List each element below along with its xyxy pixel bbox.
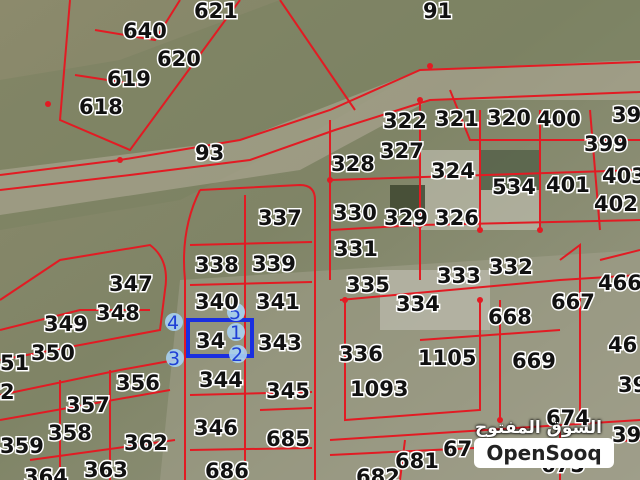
parcel-label: 328 [331, 152, 375, 176]
parcel-label: 321 [435, 107, 479, 131]
parcel-label: 340 [195, 290, 239, 314]
vertex-label-3: 3 [168, 348, 180, 370]
parcel-label: 356 [116, 371, 160, 395]
parcel-label: 362 [124, 431, 168, 455]
parcel-label: 620 [157, 47, 201, 71]
parcel-label: 681 [395, 449, 439, 473]
parcel-label: 338 [195, 253, 239, 277]
parcel-label: 669 [512, 349, 556, 373]
parcel-label: 334 [396, 292, 440, 316]
parcel-label: 2 [0, 380, 15, 404]
parcel-label: 67 [443, 437, 472, 461]
parcel-label: 46 [608, 333, 637, 357]
parcel-label: 324 [431, 159, 475, 183]
parcel-label: 93 [195, 141, 224, 165]
parcel-label: 619 [107, 67, 151, 91]
parcel-label: 357 [66, 393, 110, 417]
parcel-label: 346 [194, 416, 238, 440]
parcel-label: 345 [266, 379, 310, 403]
parcel-label: 335 [346, 273, 390, 297]
parcel-label: 401 [546, 173, 590, 197]
parcel-label: 320 [487, 106, 531, 130]
parcel-label: 339 [252, 252, 296, 276]
parcel-label: 341 [256, 290, 300, 314]
parcel-label: 618 [79, 95, 123, 119]
parcel-label: 34 [196, 329, 225, 353]
parcel-label: 668 [488, 305, 532, 329]
watermark-brand-logo: OpenSooq [474, 438, 614, 468]
parcel-label: 327 [380, 139, 424, 163]
parcel-label: 348 [96, 301, 140, 325]
parcel-label: 39 [612, 103, 640, 127]
watermark-arabic-text: السوق المفتوح [475, 418, 602, 438]
parcel-label: 347 [109, 272, 153, 296]
parcel-label: 358 [48, 421, 92, 445]
cadastral-map[interactable]: 1 2 3 4 5 621 640 620 619 618 91 93 322 … [0, 0, 640, 480]
parcel-label: 667 [551, 290, 595, 314]
parcel-label: 322 [383, 109, 427, 133]
parcel-label: 363 [84, 458, 128, 480]
parcel-label: 402 [594, 192, 638, 216]
parcel-label: 337 [258, 206, 302, 230]
parcel-label: 349 [44, 312, 88, 336]
parcel-label: 682 [356, 465, 400, 480]
parcel-label: 91 [423, 0, 452, 23]
parcel-label: 51 [0, 351, 29, 375]
parcel-label: 534 [492, 175, 536, 199]
parcel-label: 640 [123, 19, 167, 43]
parcel-label: 1105 [418, 346, 476, 370]
parcel-label: 332 [489, 255, 533, 279]
parcel-label: 1093 [350, 377, 408, 401]
parcel-label: 364 [24, 465, 68, 480]
parcel-label: 466 [598, 271, 640, 295]
parcel-label: 330 [333, 201, 377, 225]
parcel-label: 350 [31, 341, 75, 365]
parcel-label: 344 [199, 368, 243, 392]
parcel-label: 336 [339, 342, 383, 366]
parcel-label: 333 [437, 264, 481, 288]
parcel-label: 621 [194, 0, 238, 23]
opensooq-watermark: السوق المفتوح OpenSooq [474, 418, 622, 478]
parcel-label: 403 [602, 164, 640, 188]
parcel-label: 331 [334, 237, 378, 261]
parcel-label: 400 [537, 107, 581, 131]
parcel-label: 343 [258, 331, 302, 355]
parcel-label: 685 [266, 427, 310, 451]
parcel-label: 326 [435, 206, 479, 230]
parcel-label: 399 [584, 132, 628, 156]
parcel-label: 39 [618, 373, 640, 397]
parcel-label: 686 [205, 459, 249, 480]
vertex-label-1: 1 [230, 322, 242, 344]
parcel-label: 329 [384, 206, 428, 230]
parcel-label: 359 [0, 434, 44, 458]
vertex-label-2: 2 [231, 344, 243, 366]
vertex-label-4: 4 [167, 312, 179, 334]
